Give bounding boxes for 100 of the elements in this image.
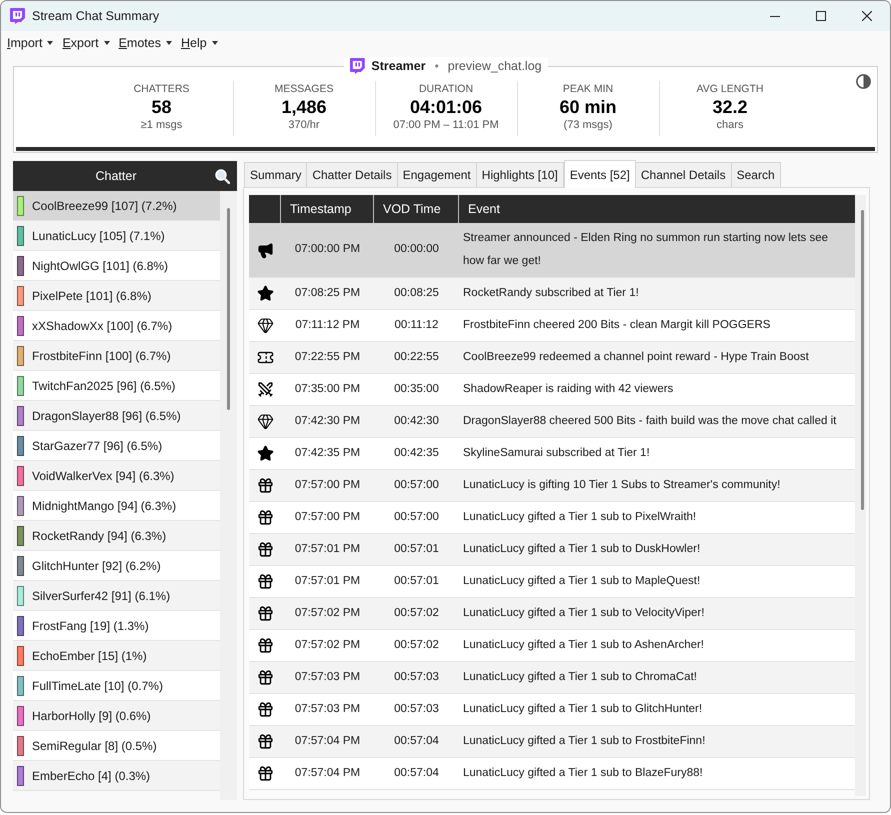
event-cell-text: LunaticLucy is gifting 10 Tier 1 Subs to Streamer's community!: [462, 478, 782, 493]
caret-icon: [47, 41, 54, 45]
scrollbar[interactable]: [855, 195, 866, 796]
menu-item[interactable]: Export: [59, 32, 113, 54]
event-cell-text: ShadowReaper is raiding with 42 viewers: [462, 382, 674, 397]
vod-time-cell-text: 00:57:03: [393, 670, 440, 685]
timestamp-cell-text: 07:57:01 PM: [294, 542, 362, 557]
gift-icon: [256, 605, 274, 622]
chatter-list-item[interactable]: xXShadowXx [100] (6.7%): [13, 311, 220, 341]
scrollbar-thumb[interactable]: [227, 208, 230, 410]
vod-time-cell-text: 00:57:01: [393, 574, 440, 589]
gift-icon: [256, 733, 274, 750]
stat-value: 58: [151, 96, 172, 118]
table-row[interactable]: 07:57:00 PM 00:57:00 LunaticLucy is gifting 10 Tier 1 Subs to Streamer's community!: [249, 470, 855, 502]
vod-time-cell-text: 00:57:02: [393, 638, 440, 653]
chatter-list-item[interactable]: MidnightMango [94] (6.3%): [13, 491, 220, 521]
event-cell-text: LunaticLucy gifted a Tier 1 sub to DuskHowler!: [462, 542, 702, 557]
scrollbar-thumb[interactable]: [860, 210, 864, 510]
vod-time-cell-text: 00:57:04: [393, 766, 440, 781]
event-cell-text: RocketRandy subscribed at Tier 1!: [462, 286, 640, 301]
chatter-list-item[interactable]: EmberEcho [4] (0.3%): [13, 761, 220, 791]
chatter-list-item[interactable]: SemiRegular [8] (0.5%): [13, 731, 220, 761]
timestamp-cell-text: 07:42:30 PM: [294, 414, 362, 429]
event-cell-text: SkylineSamurai subscribed at Tier 1!: [462, 446, 651, 461]
table-row[interactable]: 07:57:01 PM 00:57:01 LunaticLucy gifted a Tier 1 sub to MapleQuest!: [249, 566, 855, 598]
stat-value: 04:01:06: [410, 96, 482, 118]
column-header[interactable]: Event: [459, 195, 855, 223]
gift-icon: [256, 477, 274, 494]
gift-icon: [256, 573, 274, 590]
tab[interactable]: Engagement: [396, 162, 477, 187]
chatter-list-item[interactable]: RocketRandy [94] (6.3%): [13, 521, 220, 551]
table-row[interactable]: 07:42:30 PM 00:42:30 DragonSlayer88 cheered 500 Bits - faith build was the move chat called it: [249, 406, 855, 438]
stat-caption: (73 msgs): [564, 118, 612, 132]
tab[interactable]: Channel Details: [634, 162, 732, 187]
gift-icon: [256, 541, 274, 558]
window-title: Stream Chat Summary: [32, 8, 160, 25]
table-row[interactable]: 07:22:55 PM 00:22:55 CoolBreeze99 redeemed a channel point reward - Hype Train Boost: [249, 342, 855, 374]
table-row[interactable]: 07:57:02 PM 00:57:02 LunaticLucy gifted a Tier 1 sub to AshenArcher!: [249, 630, 855, 662]
table-row[interactable]: 07:08:25 PM 00:08:25 RocketRandy subscribed at Tier 1!: [249, 278, 855, 310]
stat-caption: 07:00 PM – 11:01 PM: [393, 118, 499, 132]
table-row[interactable]: 07:35:00 PM 00:35:00 ShadowReaper is raiding with 42 viewers: [249, 374, 855, 406]
vod-time-cell-text: 00:57:00: [393, 510, 440, 525]
gift-icon: [256, 509, 274, 526]
event-cell-text: Streamer announced - Elden Ring no summon run starting now lets see how far we get!: [462, 231, 830, 269]
chatter-list-item[interactable]: FrostFang [19] (1.3%): [13, 611, 220, 641]
chatter-list-item[interactable]: GlitchHunter [92] (6.2%): [13, 551, 220, 581]
menu-item[interactable]: Help: [178, 32, 221, 54]
diamond-icon: [256, 317, 274, 334]
table-row[interactable]: 07:00:00 PM 00:00:00 Streamer announced - Elden Ring no summon run starting now lets see how far we get!: [249, 223, 855, 278]
menu-item[interactable]: Import: [4, 32, 56, 54]
tab[interactable]: Chatter Details: [306, 162, 398, 187]
table-row[interactable]: 07:57:01 PM 00:57:01 LunaticLucy gifted a Tier 1 sub to DuskHowler!: [249, 534, 855, 566]
event-cell-text: FrostbiteFinn cheered 200 Bits - clean Margit kill POGGERS: [462, 318, 772, 333]
vod-time-cell-text: 00:57:03: [393, 702, 440, 717]
timestamp-cell-text: 07:57:00 PM: [294, 510, 362, 525]
chatter-list-item[interactable]: StarGazer77 [96] (6.5%): [13, 431, 220, 461]
chatter-list-item[interactable]: PixelPete [101] (6.8%): [13, 281, 220, 311]
table-row[interactable]: 07:57:02 PM 00:57:02 LunaticLucy gifted a Tier 1 sub to VelocityViper!: [249, 598, 855, 630]
caret-icon: [212, 41, 218, 45]
tab[interactable]: Search: [730, 162, 781, 187]
chatter-list-item[interactable]: CoolBreeze99 [107] (7.2%): [13, 191, 220, 221]
chatter-list-item[interactable]: SilverSurfer42 [91] (6.1%): [13, 581, 220, 611]
chatter-list-item[interactable]: HarborHolly [9] (0.6%): [13, 701, 220, 731]
table-row[interactable]: 07:57:04 PM 00:57:04 LunaticLucy gifted a Tier 1 sub to FrostbiteFinn!: [249, 726, 855, 758]
table-row[interactable]: 07:57:03 PM 00:57:03 LunaticLucy gifted a Tier 1 sub to GlitchHunter!: [249, 694, 855, 726]
chatter-list-item[interactable]: FullTimeLate [10] (0.7%): [13, 671, 220, 701]
table-row[interactable]: 07:57:04 PM 00:57:04 LunaticLucy gifted a Tier 1 sub to BlazeFury88!: [249, 758, 855, 790]
chatter-list-item[interactable]: EchoEmber [15] (1%): [13, 641, 220, 671]
vod-time-cell-text: 00:57:01: [393, 542, 440, 557]
chatter-list-item[interactable]: VoidWalkerVex [94] (6.3%): [13, 461, 220, 491]
scrollbar[interactable]: [220, 191, 237, 800]
table-row[interactable]: 07:11:12 PM 00:11:12 FrostbiteFinn cheered 200 Bits - clean Margit kill POGGERS: [249, 310, 855, 342]
diamond-icon: [256, 413, 274, 430]
timestamp-cell-text: 07:42:35 PM: [294, 446, 362, 461]
event-cell-text: LunaticLucy gifted a Tier 1 sub to FrostbiteFinn!: [462, 734, 706, 749]
star-icon: [256, 285, 274, 302]
chatter-list-item[interactable]: FrostbiteFinn [100] (6.7%): [13, 341, 220, 371]
tab[interactable]: Events [52]: [564, 160, 636, 188]
timestamp-cell-text: 07:57:02 PM: [294, 606, 362, 621]
vod-time-cell-text: 00:57:02: [393, 606, 440, 621]
gift-icon: [256, 637, 274, 654]
gift-icon: [256, 765, 274, 782]
table-row[interactable]: 07:57:00 PM 00:57:00 LunaticLucy gifted a Tier 1 sub to PixelWraith!: [249, 502, 855, 534]
chatter-list-item[interactable]: DragonSlayer88 [96] (6.5%): [13, 401, 220, 431]
menu-item[interactable]: Emotes: [116, 32, 175, 54]
table-row[interactable]: 07:57:03 PM 00:57:03 LunaticLucy gifted a Tier 1 sub to ChromaCat!: [249, 662, 855, 694]
tab[interactable]: Summary: [244, 162, 308, 187]
chatter-list-item[interactable]: NightOwlGG [101] (6.8%): [13, 251, 220, 281]
tab[interactable]: Highlights [10]: [476, 162, 564, 187]
caret-icon: [166, 41, 172, 45]
chatter-list-item[interactable]: LunaticLucy [105] (7.1%): [13, 221, 220, 251]
chatter-list-item[interactable]: TwitchFan2025 [96] (6.5%): [13, 371, 220, 401]
timestamp-cell-text: 07:57:01 PM: [294, 574, 362, 589]
event-cell-text: LunaticLucy gifted a Tier 1 sub to BlazeFury88!: [462, 766, 704, 781]
timestamp-cell-text: 07:57:03 PM: [294, 702, 362, 717]
table-row[interactable]: 07:42:35 PM 00:42:35 SkylineSamurai subscribed at Tier 1!: [249, 438, 855, 470]
timestamp-cell-text: 07:57:00 PM: [294, 478, 362, 493]
search-icon[interactable]: [215, 168, 230, 184]
contrast-icon[interactable]: [856, 74, 871, 89]
gift-icon: [256, 669, 274, 686]
